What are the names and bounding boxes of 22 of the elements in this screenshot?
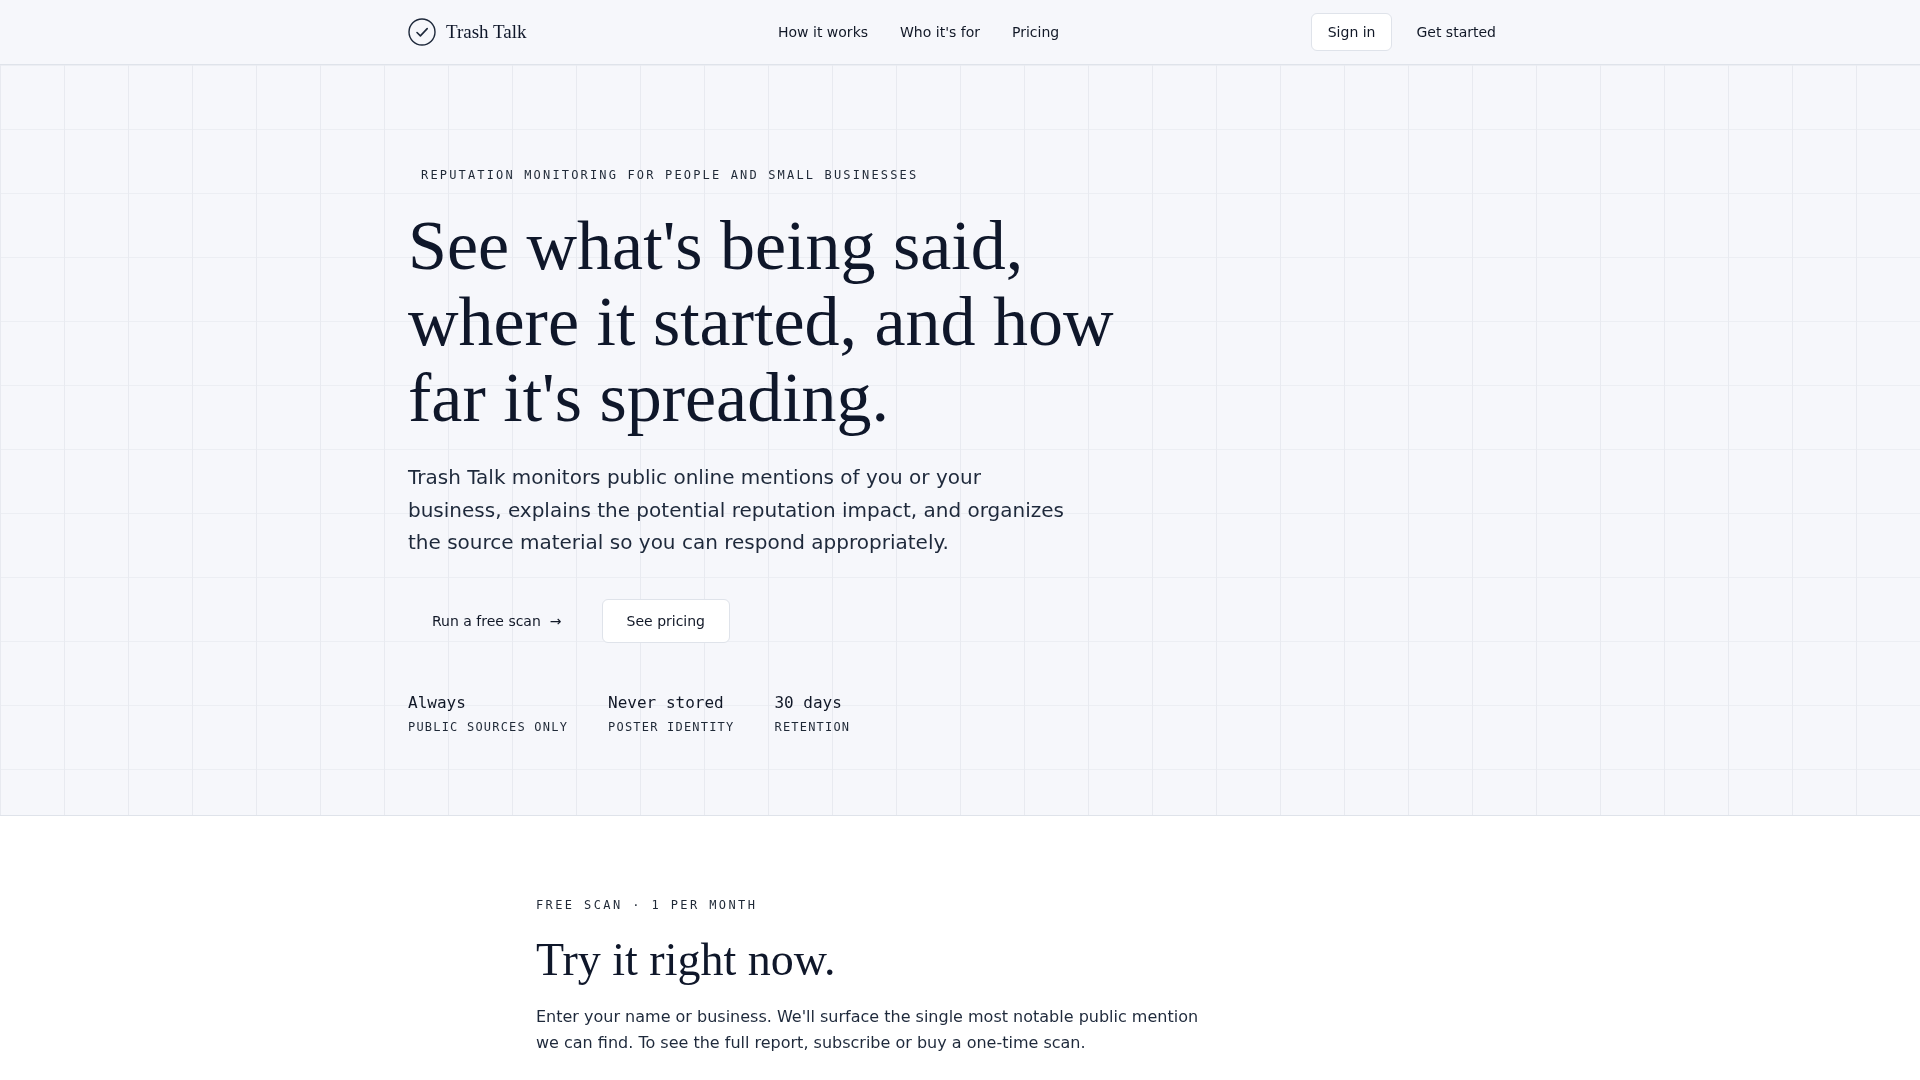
check-circle-icon xyxy=(408,18,436,46)
hero-description: Trash Talk monitors public online mentions of you or your business, explains the potential reputation impact, and organizes the source material so you can respond appropriately. xyxy=(408,464,1065,556)
arrow-icon: → xyxy=(549,610,562,631)
brand-logo-link[interactable]: Trash Talk xyxy=(408,17,527,47)
get-started-button[interactable]: Get started xyxy=(1400,14,1512,50)
nav-link[interactable]: Who it's for xyxy=(900,22,980,42)
run-free-scan-button[interactable]: Run a free scan → xyxy=(408,598,586,643)
stat-value: 30 days xyxy=(774,691,843,714)
eyebrow-text: FREE SCAN · 1 PER MONTH xyxy=(536,897,758,912)
see-pricing-button[interactable]: See pricing xyxy=(601,598,730,643)
stat-value: Never stored xyxy=(608,691,725,714)
section-heading: Try it right now. xyxy=(536,934,837,986)
eyebrow-text: REPUTATION MONITORING FOR PEOPLE AND SMALL BUSINESSES xyxy=(421,168,919,182)
nav-link[interactable]: How it works xyxy=(778,22,869,42)
hero-heading: See what's being said, where it started, and how far it's spreading. xyxy=(408,208,1115,436)
section-description: Enter your name or business. We'll surface the single most notable public mention we can find. To see the full report, subscribe or buy a one-time scan. xyxy=(536,1006,1200,1055)
sign-in-button[interactable]: Sign in xyxy=(1310,13,1393,51)
stat-value: Always xyxy=(408,691,467,714)
nav-link[interactable]: Pricing xyxy=(1012,22,1060,42)
stat-label: POSTER IDENTITY xyxy=(608,718,735,735)
stat-label: RETENTION xyxy=(774,718,851,735)
stat-label: PUBLIC SOURCES ONLY xyxy=(408,718,569,735)
